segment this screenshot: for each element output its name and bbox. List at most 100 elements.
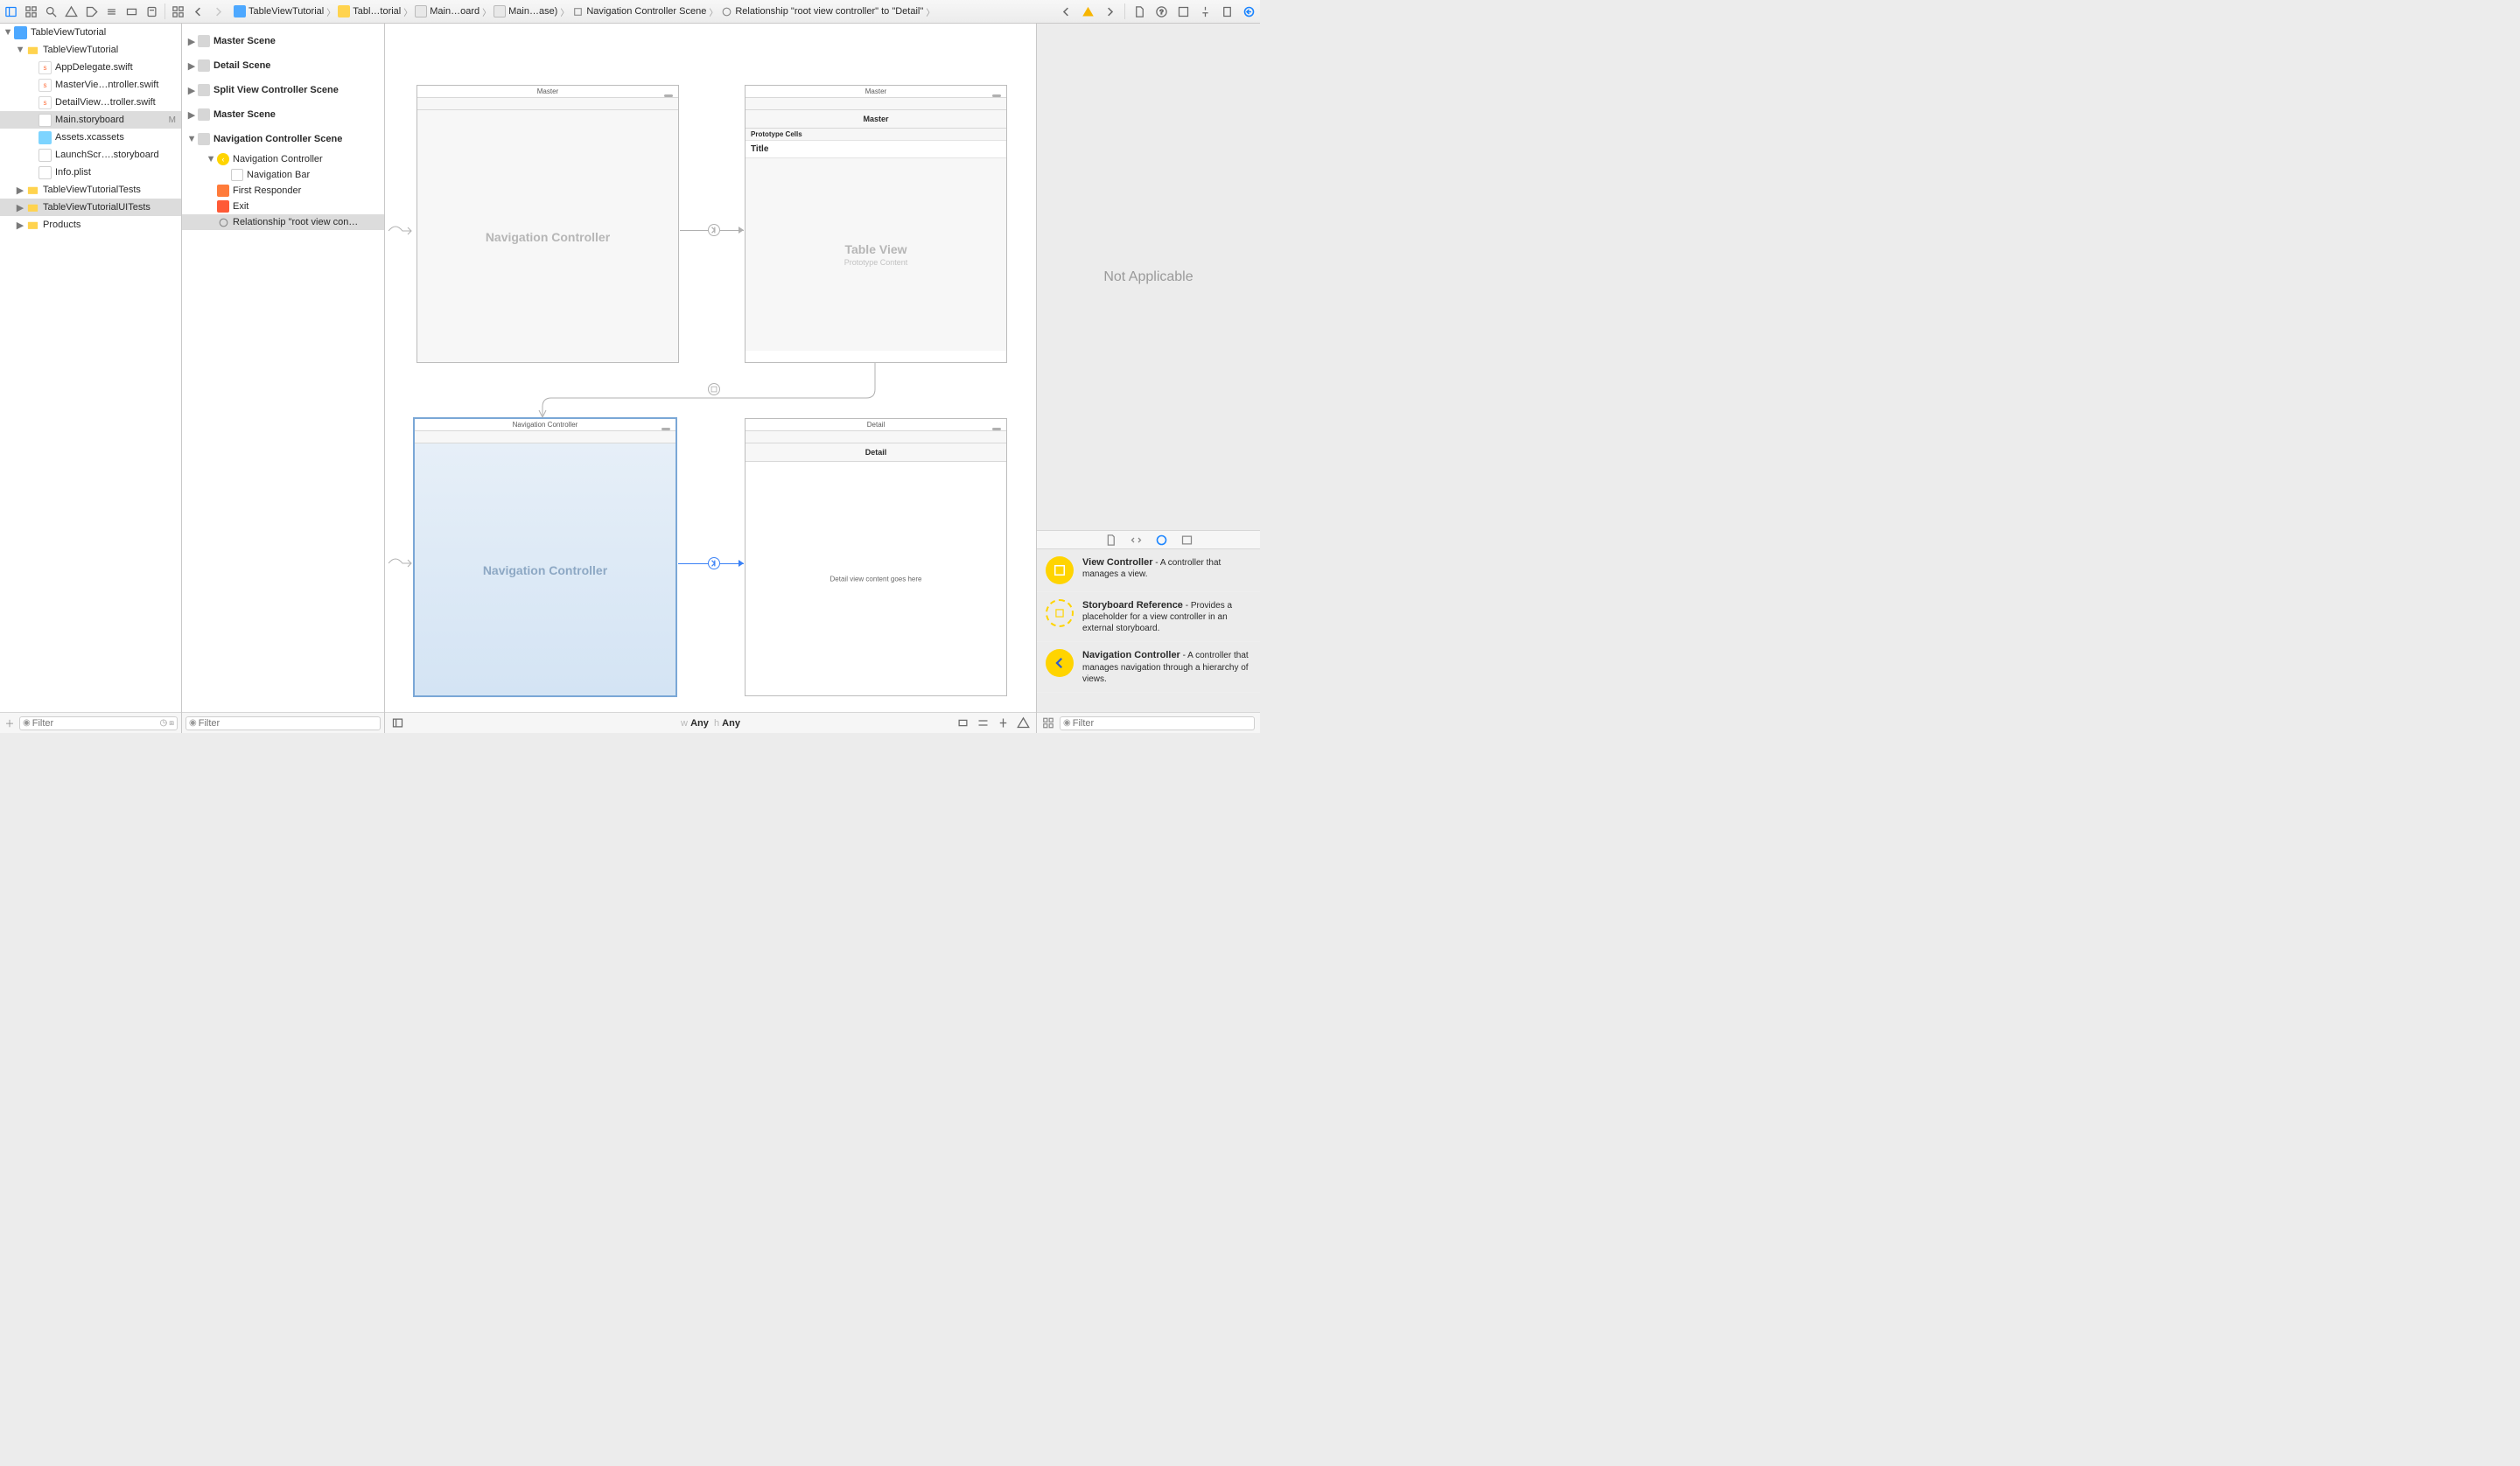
- object-library-list[interactable]: View Controller - A controller that mana…: [1037, 549, 1260, 712]
- segue-dot-selected-icon[interactable]: [708, 557, 720, 569]
- grid-view-icon[interactable]: [1042, 717, 1054, 730]
- project-root[interactable]: ▼ TableViewTutorial: [0, 24, 181, 41]
- outline-filter-pill[interactable]: ◉: [186, 716, 381, 730]
- outline-toggle-icon[interactable]: [390, 716, 405, 730]
- scene-navctl[interactable]: ▼Navigation Controller Scene: [182, 127, 384, 151]
- obj-navbar[interactable]: Navigation Bar: [182, 167, 384, 183]
- segue-dot-icon[interactable]: [708, 383, 720, 395]
- filter-icon: ◉: [189, 718, 197, 728]
- canvas-scene-master-nav[interactable]: Master Navigation Controller: [416, 85, 679, 363]
- obj-exit[interactable]: Exit: [182, 199, 384, 214]
- debug-icon[interactable]: [104, 4, 119, 19]
- jump-bar-icon[interactable]: [171, 4, 186, 19]
- filter-pill[interactable]: ◉ ◷ ⧈: [19, 716, 178, 730]
- panel-left-icon[interactable]: [4, 4, 18, 19]
- media-library-tab-icon[interactable]: [1180, 534, 1194, 547]
- obj-segue-root[interactable]: Relationship "root view con…: [182, 214, 384, 230]
- navigator-footer: ＋ ◉ ◷ ⧈: [0, 712, 181, 733]
- scene-placeholder: Navigation Controller: [415, 563, 676, 577]
- crumb-segue[interactable]: Relationship "root view controller" to "…: [718, 3, 926, 20]
- obj-first-responder[interactable]: First Responder: [182, 183, 384, 199]
- outline-filter-input[interactable]: [199, 716, 377, 731]
- detail-body-label: Detail view content goes here: [746, 576, 1006, 583]
- group-main[interactable]: ▼ TableViewTutorial: [0, 41, 181, 59]
- library-item-vc[interactable]: View Controller - A controller that mana…: [1037, 549, 1260, 592]
- scene-placeholder: Navigation Controller: [417, 230, 678, 244]
- library-filter-pill[interactable]: ◉: [1060, 716, 1255, 730]
- canvas-scene-master-table[interactable]: Master Master Prototype Cells Title Tabl…: [745, 85, 1007, 363]
- obj-navcontroller[interactable]: ▼‹Navigation Controller: [182, 151, 384, 167]
- add-icon[interactable]: ＋: [4, 717, 16, 730]
- interface-builder-canvas[interactable]: Master Navigation Controller Master Mast…: [385, 24, 1036, 733]
- canvas-scene-detail[interactable]: Detail Detail Detail view content goes h…: [745, 418, 1007, 696]
- vc-icon: [1046, 556, 1074, 584]
- canvas-scene-detail-nav[interactable]: Navigation Controller Navigation Control…: [414, 418, 676, 696]
- file-launch-sb[interactable]: LaunchScr….storyboard: [0, 146, 181, 164]
- file-main-storyboard[interactable]: Main.storyboardM: [0, 111, 181, 129]
- navigator-filter-input[interactable]: [32, 716, 158, 731]
- forward-icon[interactable]: [211, 4, 226, 19]
- filter-icon: ◉: [1063, 718, 1071, 728]
- file-info-plist[interactable]: Info.plist: [0, 164, 181, 181]
- jump-prev-icon[interactable]: [1059, 4, 1074, 19]
- scene-title: Master: [746, 86, 1006, 98]
- group-products[interactable]: ▶Products: [0, 216, 181, 234]
- connections-icon[interactable]: [1242, 4, 1256, 19]
- resolve-icon[interactable]: [1016, 716, 1031, 730]
- size-class-control[interactable]: w Any h Any: [681, 718, 740, 729]
- navbar-strip: [415, 431, 676, 443]
- identity-icon[interactable]: [1176, 4, 1191, 19]
- group-uitests[interactable]: ▶TableViewTutorialUITests: [0, 199, 181, 216]
- help-icon[interactable]: ?: [1154, 4, 1169, 19]
- back-icon[interactable]: [191, 4, 206, 19]
- stack-icon[interactable]: [976, 716, 990, 730]
- library-item-nav[interactable]: Navigation Controller - A controller tha…: [1037, 642, 1260, 692]
- scene-master-2[interactable]: ▶Master Scene: [182, 102, 384, 127]
- crumb-scene[interactable]: Navigation Controller Scene: [569, 3, 709, 20]
- prototype-header: Prototype Cells: [746, 129, 1006, 141]
- crumb-base[interactable]: Main…ase): [491, 3, 560, 20]
- nav-title: Master: [746, 110, 1006, 129]
- nav-title: Detail: [746, 443, 1006, 462]
- report-icon[interactable]: [144, 4, 159, 19]
- pin-icon[interactable]: [996, 716, 1011, 730]
- related-items-icon[interactable]: [24, 4, 38, 19]
- crumb-storyboard[interactable]: Main…oard: [412, 3, 482, 20]
- scene-master-1[interactable]: ▶Master Scene: [182, 29, 384, 53]
- file-detailvc[interactable]: sDetailView…troller.swift: [0, 94, 181, 111]
- file-assets[interactable]: Assets.xcassets: [0, 129, 181, 146]
- crumb-project[interactable]: TableViewTutorial: [231, 3, 326, 20]
- crumb-folder[interactable]: Tabl…torial: [335, 3, 403, 20]
- doc-icon[interactable]: [1132, 4, 1147, 19]
- entry-arrow-icon: [387, 553, 415, 574]
- jump-next-icon[interactable]: [1102, 4, 1117, 19]
- scene-split[interactable]: ▶Split View Controller Scene: [182, 78, 384, 102]
- breakpoint-icon[interactable]: [124, 4, 139, 19]
- issues-icon[interactable]: [64, 4, 79, 19]
- inspector-not-applicable: Not Applicable: [1037, 24, 1260, 530]
- prototype-cell[interactable]: Title: [746, 141, 1006, 158]
- library-item-sbref[interactable]: Storyboard Reference - Provides a placeh…: [1037, 592, 1260, 642]
- size-icon[interactable]: [1220, 4, 1235, 19]
- file-template-tab-icon[interactable]: [1104, 534, 1117, 547]
- align-icon[interactable]: [956, 716, 970, 730]
- object-library-tab-icon[interactable]: [1155, 534, 1168, 547]
- clock-icon[interactable]: ◷: [160, 718, 168, 728]
- file-mastervc[interactable]: sMasterVie…ntroller.swift: [0, 76, 181, 94]
- library-filter-input[interactable]: [1073, 716, 1251, 731]
- outline-tree[interactable]: ▶Master Scene ▶Detail Scene ▶Split View …: [182, 24, 384, 712]
- group-tests[interactable]: ▶TableViewTutorialTests: [0, 181, 181, 199]
- attributes-icon[interactable]: [1198, 4, 1213, 19]
- scm-badge: M: [169, 115, 176, 125]
- search-icon[interactable]: [44, 4, 59, 19]
- scene-detail[interactable]: ▶Detail Scene: [182, 53, 384, 78]
- code-snippet-tab-icon[interactable]: [1130, 534, 1143, 547]
- entry-arrow-icon: [387, 220, 415, 241]
- file-appdelegate[interactable]: sAppDelegate.swift: [0, 59, 181, 76]
- tag-icon[interactable]: [84, 4, 99, 19]
- warning-icon[interactable]: [1081, 4, 1096, 19]
- scm-filter-icon[interactable]: ⧈: [169, 718, 174, 728]
- navigator-tree[interactable]: ▼ TableViewTutorial ▼ TableViewTutorial …: [0, 24, 181, 712]
- segue-dot-icon[interactable]: [708, 224, 720, 236]
- navbar-strip: [746, 431, 1006, 443]
